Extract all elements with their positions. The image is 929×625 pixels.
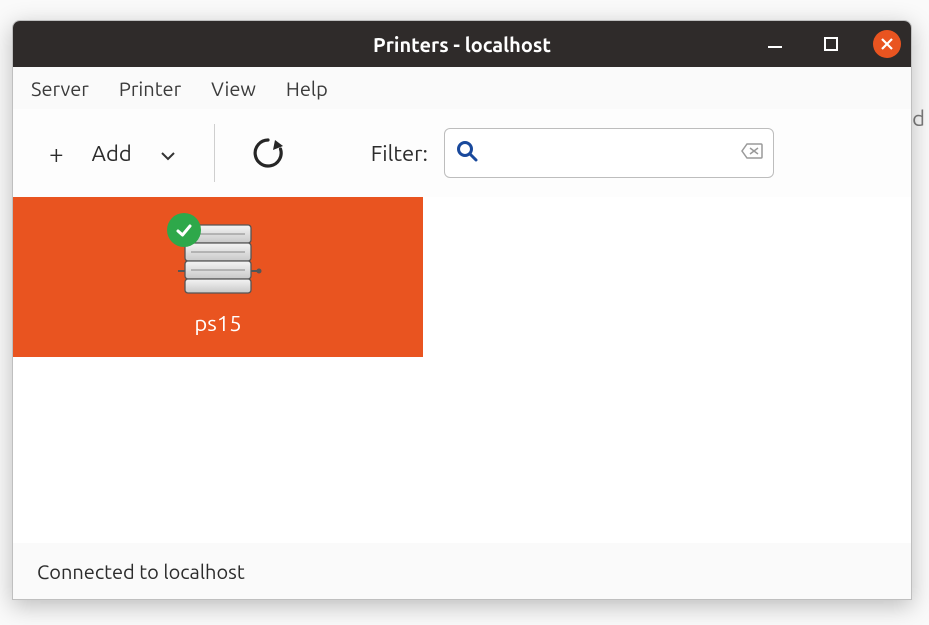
printer-name: ps15 bbox=[194, 311, 241, 336]
checkmark-icon bbox=[174, 220, 194, 240]
add-printer-button[interactable]: + Add bbox=[33, 126, 188, 180]
minimize-icon bbox=[766, 35, 784, 53]
menubar: Server Printer View Help bbox=[13, 67, 911, 109]
chevron-down-icon bbox=[160, 141, 176, 166]
window-controls bbox=[761, 21, 901, 67]
close-icon bbox=[880, 37, 894, 51]
filter-input[interactable] bbox=[485, 142, 735, 165]
plus-icon: + bbox=[49, 139, 64, 168]
printer-item[interactable]: ps15 bbox=[13, 197, 423, 357]
minimize-button[interactable] bbox=[761, 30, 789, 58]
refresh-button[interactable] bbox=[241, 126, 295, 180]
printer-icon bbox=[173, 219, 263, 301]
statusbar: Connected to localhost bbox=[13, 543, 911, 599]
titlebar: Printers - localhost bbox=[13, 21, 911, 67]
clear-filter-icon[interactable] bbox=[741, 143, 763, 163]
menu-view[interactable]: View bbox=[211, 77, 256, 100]
menu-help[interactable]: Help bbox=[286, 77, 328, 100]
toolbar-separator bbox=[214, 124, 215, 182]
refresh-icon bbox=[249, 134, 287, 172]
printer-list: ps15 bbox=[13, 197, 911, 543]
default-printer-badge bbox=[167, 213, 201, 247]
window-title: Printers - localhost bbox=[373, 33, 551, 56]
maximize-icon bbox=[823, 36, 839, 52]
close-button[interactable] bbox=[873, 30, 901, 58]
menu-printer[interactable]: Printer bbox=[119, 77, 181, 100]
search-icon bbox=[455, 139, 479, 167]
menu-server[interactable]: Server bbox=[31, 77, 89, 100]
printers-window: Printers - localhost Server Printer View… bbox=[12, 20, 912, 600]
maximize-button[interactable] bbox=[817, 30, 845, 58]
status-text: Connected to localhost bbox=[37, 560, 245, 583]
background-text-fragment: d bbox=[912, 106, 925, 131]
add-button-label: Add bbox=[92, 141, 132, 166]
filter-field[interactable] bbox=[444, 128, 774, 178]
filter-label: Filter: bbox=[371, 141, 428, 166]
toolbar: + Add Filter: bbox=[13, 109, 911, 197]
